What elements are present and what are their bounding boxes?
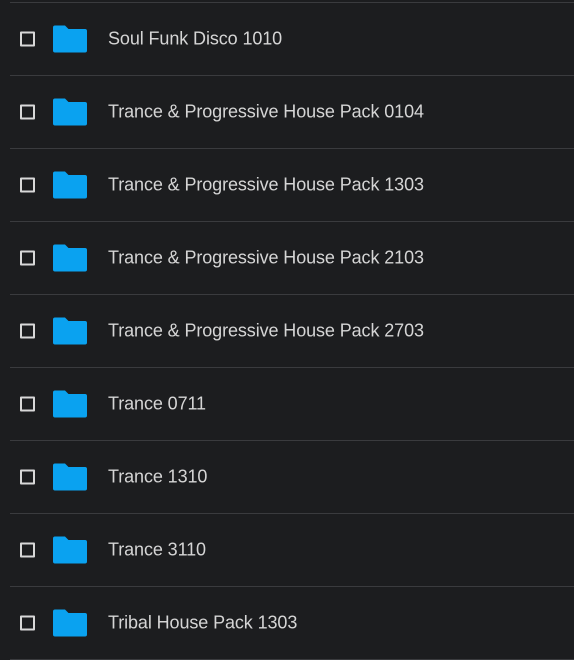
list-item[interactable]: Trance & Progressive House Pack 1303 <box>10 149 574 222</box>
select-checkbox[interactable] <box>20 177 35 193</box>
folder-icon <box>53 244 87 272</box>
select-checkbox[interactable] <box>20 323 35 339</box>
select-checkbox[interactable] <box>20 250 35 266</box>
select-checkbox[interactable] <box>20 469 35 485</box>
list-item[interactable]: Trance 0711 <box>10 368 574 441</box>
list-item[interactable]: Trance 1310 <box>10 441 574 514</box>
list-item[interactable]: Trance & Progressive House Pack 2103 <box>10 222 574 295</box>
select-checkbox[interactable] <box>20 396 35 412</box>
folder-icon <box>53 609 87 637</box>
folder-name: Trance & Progressive House Pack 2703 <box>108 320 424 341</box>
list-item[interactable]: Soul Funk Disco 1010 <box>10 3 574 76</box>
list-item[interactable]: Tribal House Pack 1303 <box>10 587 574 660</box>
folder-name: Trance 0711 <box>108 393 206 414</box>
list-item[interactable]: Trance & Progressive House Pack 2703 <box>10 295 574 368</box>
folder-icon <box>53 98 87 126</box>
folder-icon <box>53 536 87 564</box>
folder-icon <box>53 171 87 199</box>
list-item[interactable]: Trance 3110 <box>10 514 574 587</box>
folder-name: Trance 1310 <box>108 466 208 487</box>
select-checkbox[interactable] <box>20 31 35 47</box>
folder-name: Trance & Progressive House Pack 1303 <box>108 174 424 195</box>
folder-icon <box>53 317 87 345</box>
folder-name: Soul Funk Disco 1010 <box>108 28 283 49</box>
folder-list: Soul Funk Disco 1010 Trance & Progressive… <box>10 3 574 660</box>
select-checkbox[interactable] <box>20 104 35 120</box>
list-item[interactable]: Trance & Progressive House Pack 0104 <box>10 76 574 149</box>
select-checkbox[interactable] <box>20 615 35 631</box>
folder-name: Tribal House Pack 1303 <box>108 612 298 633</box>
folder-icon <box>53 390 87 418</box>
select-checkbox[interactable] <box>20 542 35 558</box>
folder-icon <box>53 25 87 53</box>
folder-name: Trance & Progressive House Pack 2103 <box>108 247 424 268</box>
folder-name: Trance 3110 <box>108 539 206 560</box>
folder-icon <box>53 463 87 491</box>
folder-name: Trance & Progressive House Pack 0104 <box>108 101 424 122</box>
